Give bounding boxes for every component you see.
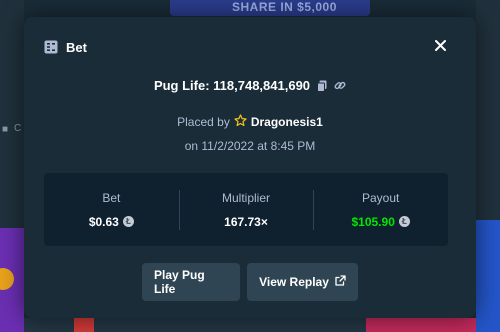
- multiplier-value: 167.73×: [224, 214, 268, 229]
- background-right-panel: [476, 0, 500, 220]
- view-replay-button[interactable]: View Replay: [247, 263, 358, 301]
- link-icon[interactable]: [334, 80, 346, 92]
- background-left-text: C: [14, 123, 22, 134]
- bet-modal: Bet Pug Life: 118,748,841,690 Placed by: [24, 17, 476, 318]
- stat-payout: Payout $105.90 Ł: [313, 173, 448, 246]
- multiplier-label: Multiplier: [222, 190, 271, 205]
- external-link-icon: [335, 275, 346, 289]
- background-game-card-pink: [366, 318, 476, 332]
- modal-title: Bet: [66, 39, 87, 55]
- play-game-button[interactable]: Play Pug Life: [142, 263, 240, 301]
- game-bet-id: Pug Life: 118,748,841,690: [153, 78, 311, 93]
- stat-bet: Bet $0.63 Ł: [44, 173, 179, 246]
- bet-slip-icon: [44, 40, 58, 54]
- background-card-red: [74, 318, 94, 332]
- replay-button-label: View Replay: [259, 275, 329, 289]
- modal-header: Bet: [44, 38, 87, 56]
- bet-date: on 11/2/2022 at 8:45 PM: [184, 139, 316, 153]
- background-banner-text: SHARE IN $5,000: [232, 0, 337, 14]
- username-link[interactable]: Dragonesis1: [251, 115, 323, 129]
- payout-amount: $105.90: [351, 214, 395, 229]
- close-button[interactable]: [430, 37, 450, 57]
- copy-icon[interactable]: [316, 80, 328, 92]
- play-button-label: Play Pug Life: [154, 268, 205, 296]
- stat-multiplier: Multiplier 167.73×: [178, 173, 314, 246]
- litecoin-icon: Ł: [122, 216, 134, 227]
- game-info: Pug Life: 118,748,841,690: [24, 78, 476, 93]
- close-icon: [434, 38, 446, 56]
- background-game-card-right: [476, 220, 500, 332]
- litecoin-icon: Ł: [398, 216, 410, 227]
- action-buttons: Play Pug Life View Replay: [24, 263, 476, 301]
- bet-stats: Bet $0.63 Ł Multiplier 167.73× Payout $1…: [44, 173, 448, 246]
- gift-icon: ■: [2, 124, 9, 135]
- bet-amount: $0.63: [88, 214, 119, 229]
- placed-by: Placed by Dragonesis1: [24, 114, 476, 130]
- bet-label: Bet: [102, 190, 121, 205]
- payout-label: Payout: [362, 190, 400, 205]
- placed-by-label: Placed by: [177, 115, 230, 129]
- star-icon: [234, 114, 247, 130]
